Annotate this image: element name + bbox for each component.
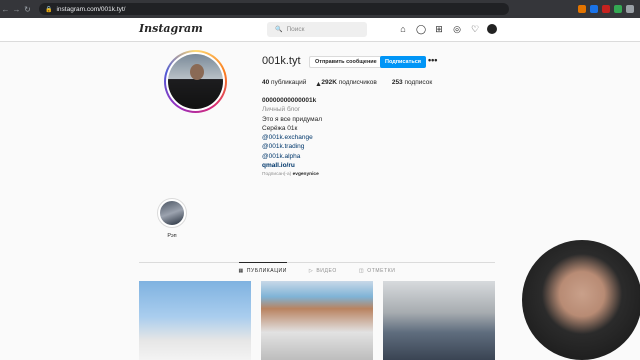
bio-mention-link[interactable]: @001k.trading <box>262 142 322 151</box>
explore-icon[interactable]: ◎ <box>451 23 463 35</box>
profile-avatar[interactable] <box>164 50 227 113</box>
bio-mention-link[interactable]: @001k.exchange <box>262 133 322 142</box>
followers-label: подписчиков <box>338 79 377 86</box>
bio-name: 00000000000001k <box>262 97 317 104</box>
extension-icon[interactable] <box>578 5 586 13</box>
nav-icons: ⌂ ◯ ⊞ ◎ ♡ <box>397 23 497 35</box>
heart-icon[interactable]: ♡ <box>469 23 481 35</box>
browser-toolbar: ← → ↻ 🔒 instagram.com/001k.tyt/ <box>0 0 640 18</box>
webcam-overlay <box>522 240 640 360</box>
followers-count: 292K <box>321 79 337 86</box>
profile-bio: 00000000000001k Личный блог Это я все пр… <box>262 96 322 170</box>
tab-label: ОТМЕТКИ <box>367 268 396 274</box>
avatar-head <box>190 64 204 80</box>
avatar-image <box>168 54 223 109</box>
highlight-image <box>160 201 184 225</box>
posts-label: публикаций <box>271 79 307 86</box>
tab-posts[interactable]: ▦ ПУБЛИКАЦИИ <box>238 262 287 274</box>
extension-icon[interactable] <box>590 5 598 13</box>
post-thumbnail[interactable] <box>383 281 495 360</box>
profile-avatar-icon[interactable] <box>487 24 497 34</box>
mouse-cursor-icon: ▲ <box>315 81 322 88</box>
home-icon[interactable]: ⌂ <box>397 23 409 35</box>
bio-category: Личный блог <box>262 106 301 114</box>
following-stat[interactable]: 253 подписок <box>392 79 432 86</box>
search-icon: 🔍 <box>275 27 283 33</box>
tab-video[interactable]: ▷ ВИДЕО <box>309 263 337 274</box>
follow-button[interactable]: Подписаться <box>380 56 426 68</box>
tab-label: ВИДЕО <box>316 268 337 274</box>
following-count: 253 <box>391 79 403 86</box>
video-icon: ▷ <box>308 268 314 274</box>
bio-line: Серёжа 01к <box>262 124 298 132</box>
tag-icon: ◫ <box>358 268 365 274</box>
highlight-ring <box>157 198 187 228</box>
messenger-icon[interactable]: ◯ <box>415 23 427 35</box>
address-bar[interactable]: 🔒 instagram.com/001k.tyt/ <box>39 3 509 15</box>
search-placeholder: Поиск <box>286 26 305 33</box>
profile-stats: 40 публикаций 292K подписчиков 253 подпи… <box>262 79 447 86</box>
back-icon[interactable]: ← <box>0 5 11 14</box>
grid-icon: ▦ <box>238 268 244 274</box>
posts-grid <box>139 281 495 360</box>
url-text: instagram.com/001k.tyt/ <box>56 5 126 13</box>
bio-website-link[interactable]: qmall.io/ru <box>262 161 322 170</box>
posts-count: 40 <box>262 79 270 86</box>
followed-by-user: evgenynice <box>292 172 319 177</box>
lock-icon: 🔒 <box>45 6 53 13</box>
instagram-logo[interactable]: Instagram <box>139 22 203 35</box>
extensions <box>578 5 640 13</box>
followers-stat[interactable]: 292K подписчиков <box>321 79 376 86</box>
following-label: подписок <box>404 79 433 86</box>
highlight-label: Рэп <box>167 233 177 239</box>
instagram-header: Instagram 🔍 Поиск ⌂ ◯ ⊞ ◎ ♡ <box>0 18 640 42</box>
post-thumbnail[interactable] <box>139 281 251 360</box>
forward-icon[interactable]: → <box>11 5 22 14</box>
tab-label: ПУБЛИКАЦИИ <box>246 268 287 274</box>
story-highlight[interactable]: Рэп <box>157 198 187 239</box>
bio-mention-link[interactable]: @001k.alpha <box>262 152 322 161</box>
new-post-icon[interactable]: ⊞ <box>433 23 445 35</box>
message-button[interactable]: Отправить сообщение <box>309 56 383 68</box>
tab-tagged[interactable]: ◫ ОТМЕТКИ <box>359 263 396 274</box>
posts-stat: 40 публикаций <box>262 79 306 86</box>
more-options-icon[interactable]: ••• <box>428 55 437 65</box>
post-thumbnail[interactable] <box>261 281 373 360</box>
profile-username: 001k.tyt <box>262 55 301 67</box>
followed-by-prefix: Подписан(-а) <box>262 172 292 177</box>
search-input[interactable]: 🔍 Поиск <box>267 22 367 37</box>
profile-tabs: ▦ ПУБЛИКАЦИИ ▷ ВИДЕО ◫ ОТМЕТКИ <box>139 262 495 274</box>
extension-icon[interactable] <box>602 5 610 13</box>
followed-by[interactable]: Подписан(-а) evgenynice <box>262 172 319 177</box>
bio-line: Это я все придумал <box>262 115 322 123</box>
reload-icon[interactable]: ↻ <box>22 5 33 14</box>
avatar-border <box>166 52 225 111</box>
extension-icon[interactable] <box>614 5 622 13</box>
extension-icon[interactable] <box>626 5 634 13</box>
